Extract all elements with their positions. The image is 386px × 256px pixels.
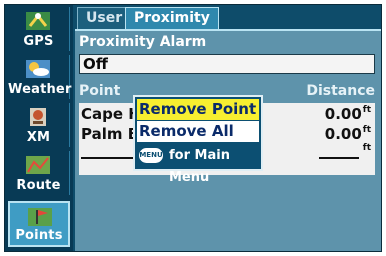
sidebar-item-gps[interactable]: GPS [8, 7, 70, 51]
empty-distance-unit: ft [362, 143, 371, 153]
points-flag-icon [28, 208, 52, 226]
sidebar-item-label: GPS [23, 34, 54, 49]
tab-proximity[interactable]: Proximity [125, 7, 219, 29]
menu-item-remove-point[interactable]: Remove Point [137, 99, 259, 120]
menu-footer-text: for Main Menu [169, 148, 230, 185]
tab-user[interactable]: User [77, 7, 132, 29]
proximity-alarm-label: Proximity Alarm [79, 34, 207, 50]
empty-name-placeholder [81, 157, 133, 159]
point-name: Palm B [81, 125, 140, 143]
sidebar-item-label: Points [15, 228, 63, 243]
menu-footer: MENU for Main Menu [137, 145, 259, 185]
satellite-icon [26, 12, 50, 30]
xm-radio-icon [30, 108, 46, 126]
weather-icon [26, 60, 50, 78]
sidebar-item-label: Weather [8, 82, 72, 97]
menu-item-remove-all[interactable]: Remove All [137, 121, 259, 142]
sidebar-item-label: Route [16, 178, 61, 193]
sidebar: GPS Weather XM Route Points [5, 5, 73, 251]
point-distance: 0.00ft [324, 125, 371, 143]
sidebar-item-xm[interactable]: XM [8, 103, 70, 147]
device-screen: GPS Weather XM Route Points User Proximi… [4, 4, 382, 252]
sidebar-item-label: XM [26, 130, 51, 145]
column-header-point: Point [79, 83, 121, 99]
point-distance: 0.00ft [324, 105, 371, 123]
empty-distance-placeholder [319, 157, 359, 159]
sidebar-item-route[interactable]: Route [8, 151, 70, 195]
point-name: Cape H [81, 105, 141, 123]
sidebar-item-points[interactable]: Points [8, 201, 70, 247]
proximity-alarm-field[interactable]: Off [79, 54, 375, 74]
route-map-icon [26, 156, 50, 174]
tab-bar: User Proximity [75, 5, 381, 29]
sidebar-item-weather[interactable]: Weather [8, 55, 72, 99]
context-menu: Remove Point Remove All MENU for Main Me… [133, 95, 263, 185]
column-header-distance: Distance [306, 83, 375, 99]
menu-button-icon: MENU [139, 148, 163, 163]
